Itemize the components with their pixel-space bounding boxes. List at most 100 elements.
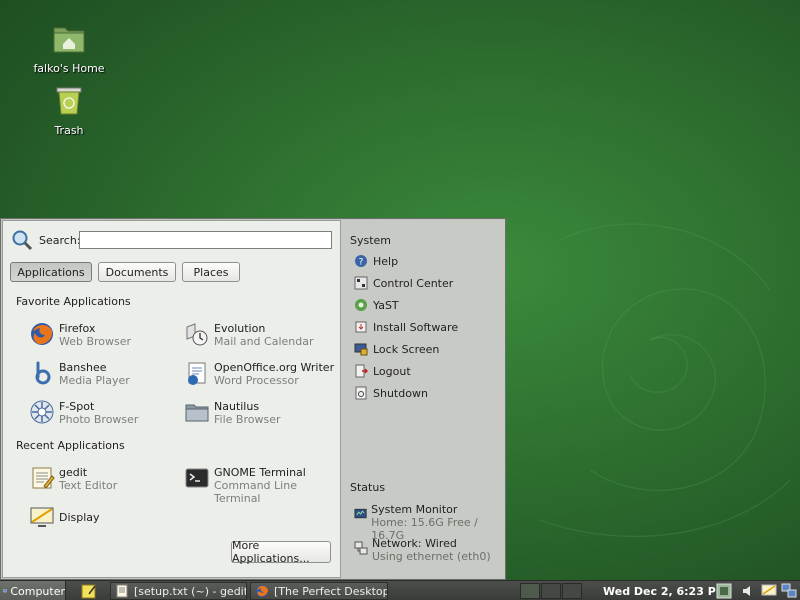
desktop-icon-home[interactable]: falko's Home [19,20,119,75]
help-icon: ? [355,255,367,268]
app-desc: Command Line Terminal [214,479,297,505]
app-nautilus[interactable]: Nautilus File Browser [184,399,280,426]
network-tray-icon[interactable] [781,583,797,599]
system-item-label: Lock Screen [373,342,440,356]
app-name: Banshee [59,361,107,374]
shutdown-icon [355,386,367,400]
desktop-swirl-decoration [539,223,791,537]
workspace-2[interactable] [541,583,561,599]
workspace-3[interactable] [562,583,582,599]
task-firefox[interactable]: [The Perfect Desktop ... [250,582,388,600]
network-monitor-icon[interactable] [716,583,732,599]
control-center-icon [354,276,368,290]
fspot-icon [30,400,54,424]
app-gedit[interactable]: gedit Text Editor [29,465,117,492]
menu-tabs: Applications Documents Places [10,262,240,282]
display-tray-icon[interactable] [761,583,777,599]
trash-icon [56,87,82,115]
computer-icon [3,589,8,593]
menu-system-pane: System ? Help Control Center YaST Instal… [341,220,505,578]
app-name: gedit [59,466,88,479]
system-header: System [350,234,392,247]
favorites-header: Favorite Applications [16,295,131,308]
yast-icon [355,299,367,311]
firefox-icon [256,585,268,597]
system-item-help[interactable]: ? Help [354,253,398,269]
system-item-label: Help [373,254,399,268]
install-software-icon [355,321,367,333]
app-display[interactable]: Display [29,504,100,530]
app-name: Nautilus [214,400,260,413]
system-item-yast[interactable]: YaST [354,297,399,313]
app-evolution[interactable]: Evolution Mail and Calendar [184,321,314,348]
system-item-label: Logout [373,364,411,378]
lock-screen-icon [354,343,368,356]
display-icon [30,507,54,527]
search-icon [12,230,33,251]
app-fspot[interactable]: F-Spot Photo Browser [29,399,138,426]
search-row: Search: [11,229,81,251]
taskbar: Computer [setup.txt (~) - gedit] [The Pe… [0,580,800,600]
app-name: OpenOffice.org Writer [214,361,335,374]
app-firefox[interactable]: Firefox Web Browser [29,321,131,348]
home-folder-icon [53,27,85,53]
app-openoffice-writer[interactable]: OpenOffice.org Writer Word Processor [184,360,334,387]
writer-icon [188,362,206,385]
system-item-control-center[interactable]: Control Center [354,275,453,291]
app-desc: Mail and Calendar [214,335,314,348]
task-label: [setup.txt (~) - gedit] [134,584,247,598]
firefox-icon [31,323,53,345]
terminal-icon [185,468,209,488]
nautilus-icon [185,404,209,422]
gedit-icon [116,584,128,598]
status-item-name: System Monitor [371,503,458,516]
system-item-label: Shutdown [373,386,428,400]
desktop-icon-label: falko's Home [33,62,105,75]
tab-places[interactable]: Places [182,262,240,282]
app-name: F-Spot [59,400,95,413]
search-label: Search: [39,233,81,247]
app-desc: Text Editor [59,479,118,492]
clock[interactable]: Wed Dec 2, 6:23 PM [603,581,727,600]
status-item-desc: Using ethernet (eth0) [372,550,491,563]
status-item-network[interactable]: Network: Wired Using ethernet (eth0) [354,537,491,563]
search-input[interactable] [79,231,332,249]
banshee-icon [35,361,51,385]
app-gnome-terminal[interactable]: GNOME Terminal Command Line Terminal [184,465,340,505]
system-item-install-software[interactable]: Install Software [354,319,458,335]
app-name: Display [59,511,100,524]
recent-header: Recent Applications [16,439,125,452]
system-item-logout[interactable]: Logout [354,363,411,379]
tab-documents[interactable]: Documents [98,262,176,282]
computer-menu-button[interactable]: Computer [0,581,66,600]
app-name: Firefox [59,322,96,335]
network-icon [354,541,368,555]
app-desc: File Browser [214,413,281,426]
workspace-1[interactable] [520,583,540,599]
status-header: Status [350,481,386,494]
desktop-icon-trash[interactable]: Trash [19,82,119,137]
system-item-label: Control Center [373,276,454,290]
volume-icon[interactable] [740,583,756,599]
task-gedit[interactable]: [setup.txt (~) - gedit] [110,582,247,600]
app-name: Evolution [214,322,266,335]
system-item-label: YaST [373,298,399,312]
system-item-label: Install Software [373,320,459,334]
app-desc: Word Processor [214,374,299,387]
task-label: [The Perfect Desktop ... [274,584,388,598]
app-banshee[interactable]: Banshee Media Player [29,360,130,387]
status-item-name: Network: Wired [372,537,457,550]
notes-launcher-icon[interactable] [80,582,98,600]
tab-applications[interactable]: Applications [10,262,92,282]
evolution-icon [186,323,208,346]
gedit-icon [32,467,55,489]
main-menu: Search: Applications Documents Places Fa… [0,218,506,580]
system-item-lock-screen[interactable]: Lock Screen [354,341,439,357]
system-monitor-icon [354,508,367,519]
app-desc: Media Player [59,374,130,387]
system-item-shutdown[interactable]: Shutdown [354,385,428,401]
desktop-icon-label: Trash [54,124,84,137]
svg-text:?: ? [359,258,364,268]
more-applications-button[interactable]: More Applications... [231,539,331,565]
app-desc: Web Browser [59,335,132,348]
